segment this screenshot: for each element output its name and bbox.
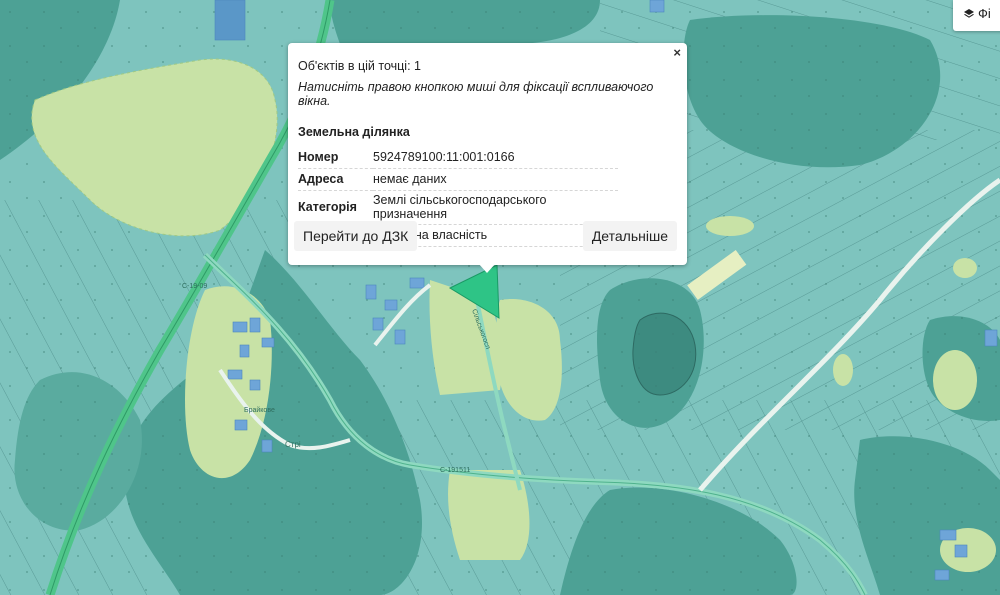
meadow-spot-4: [933, 350, 977, 410]
section-title: Земельна ділянка: [298, 125, 410, 139]
attr-row-number: Номер 5924789100:11:001:0166: [298, 147, 618, 169]
popup-actions: Перейти до ДЗК Детальніше: [294, 221, 677, 251]
attr-key: Категорія: [298, 190, 373, 225]
attr-value: Землі сільськогосподарського призначення: [373, 190, 618, 225]
road-label-stri: Стрі: [285, 440, 301, 449]
attr-row-category: Категорія Землі сільськогосподарського п…: [298, 190, 618, 225]
meadow-spot-1: [706, 216, 754, 236]
road-label-c1909: С-19-09: [182, 283, 207, 290]
layers-icon: [964, 9, 974, 18]
attr-key: Номер: [298, 147, 373, 169]
parcel-popup: × Об'єктів в цій точці: 1 Натисніть прав…: [288, 43, 687, 265]
layers-button-label: Фі: [978, 6, 991, 21]
go-to-dzk-button[interactable]: Перейти до ДЗК: [294, 221, 418, 251]
road-label-c191511: С-191511: [440, 467, 470, 474]
attr-value: 5924789100:11:001:0166: [373, 147, 618, 169]
road-label-braikove: Брайкове: [244, 406, 275, 414]
attr-key: Адреса: [298, 168, 373, 191]
attr-value: немає даних: [373, 168, 618, 191]
popup-pointer: [478, 263, 496, 273]
objects-count: Об'єктів в цій точці: 1: [298, 59, 421, 73]
layers-button[interactable]: Фі: [953, 0, 1000, 31]
meadow-spot-2: [953, 258, 977, 278]
meadow-spot-3: [833, 354, 853, 386]
details-button[interactable]: Детальніше: [582, 221, 677, 251]
close-icon[interactable]: ×: [673, 46, 681, 60]
popup-hint: Натисніть правою кнопкою миші для фіксац…: [298, 80, 654, 108]
attr-row-address: Адреса немає даних: [298, 168, 618, 191]
